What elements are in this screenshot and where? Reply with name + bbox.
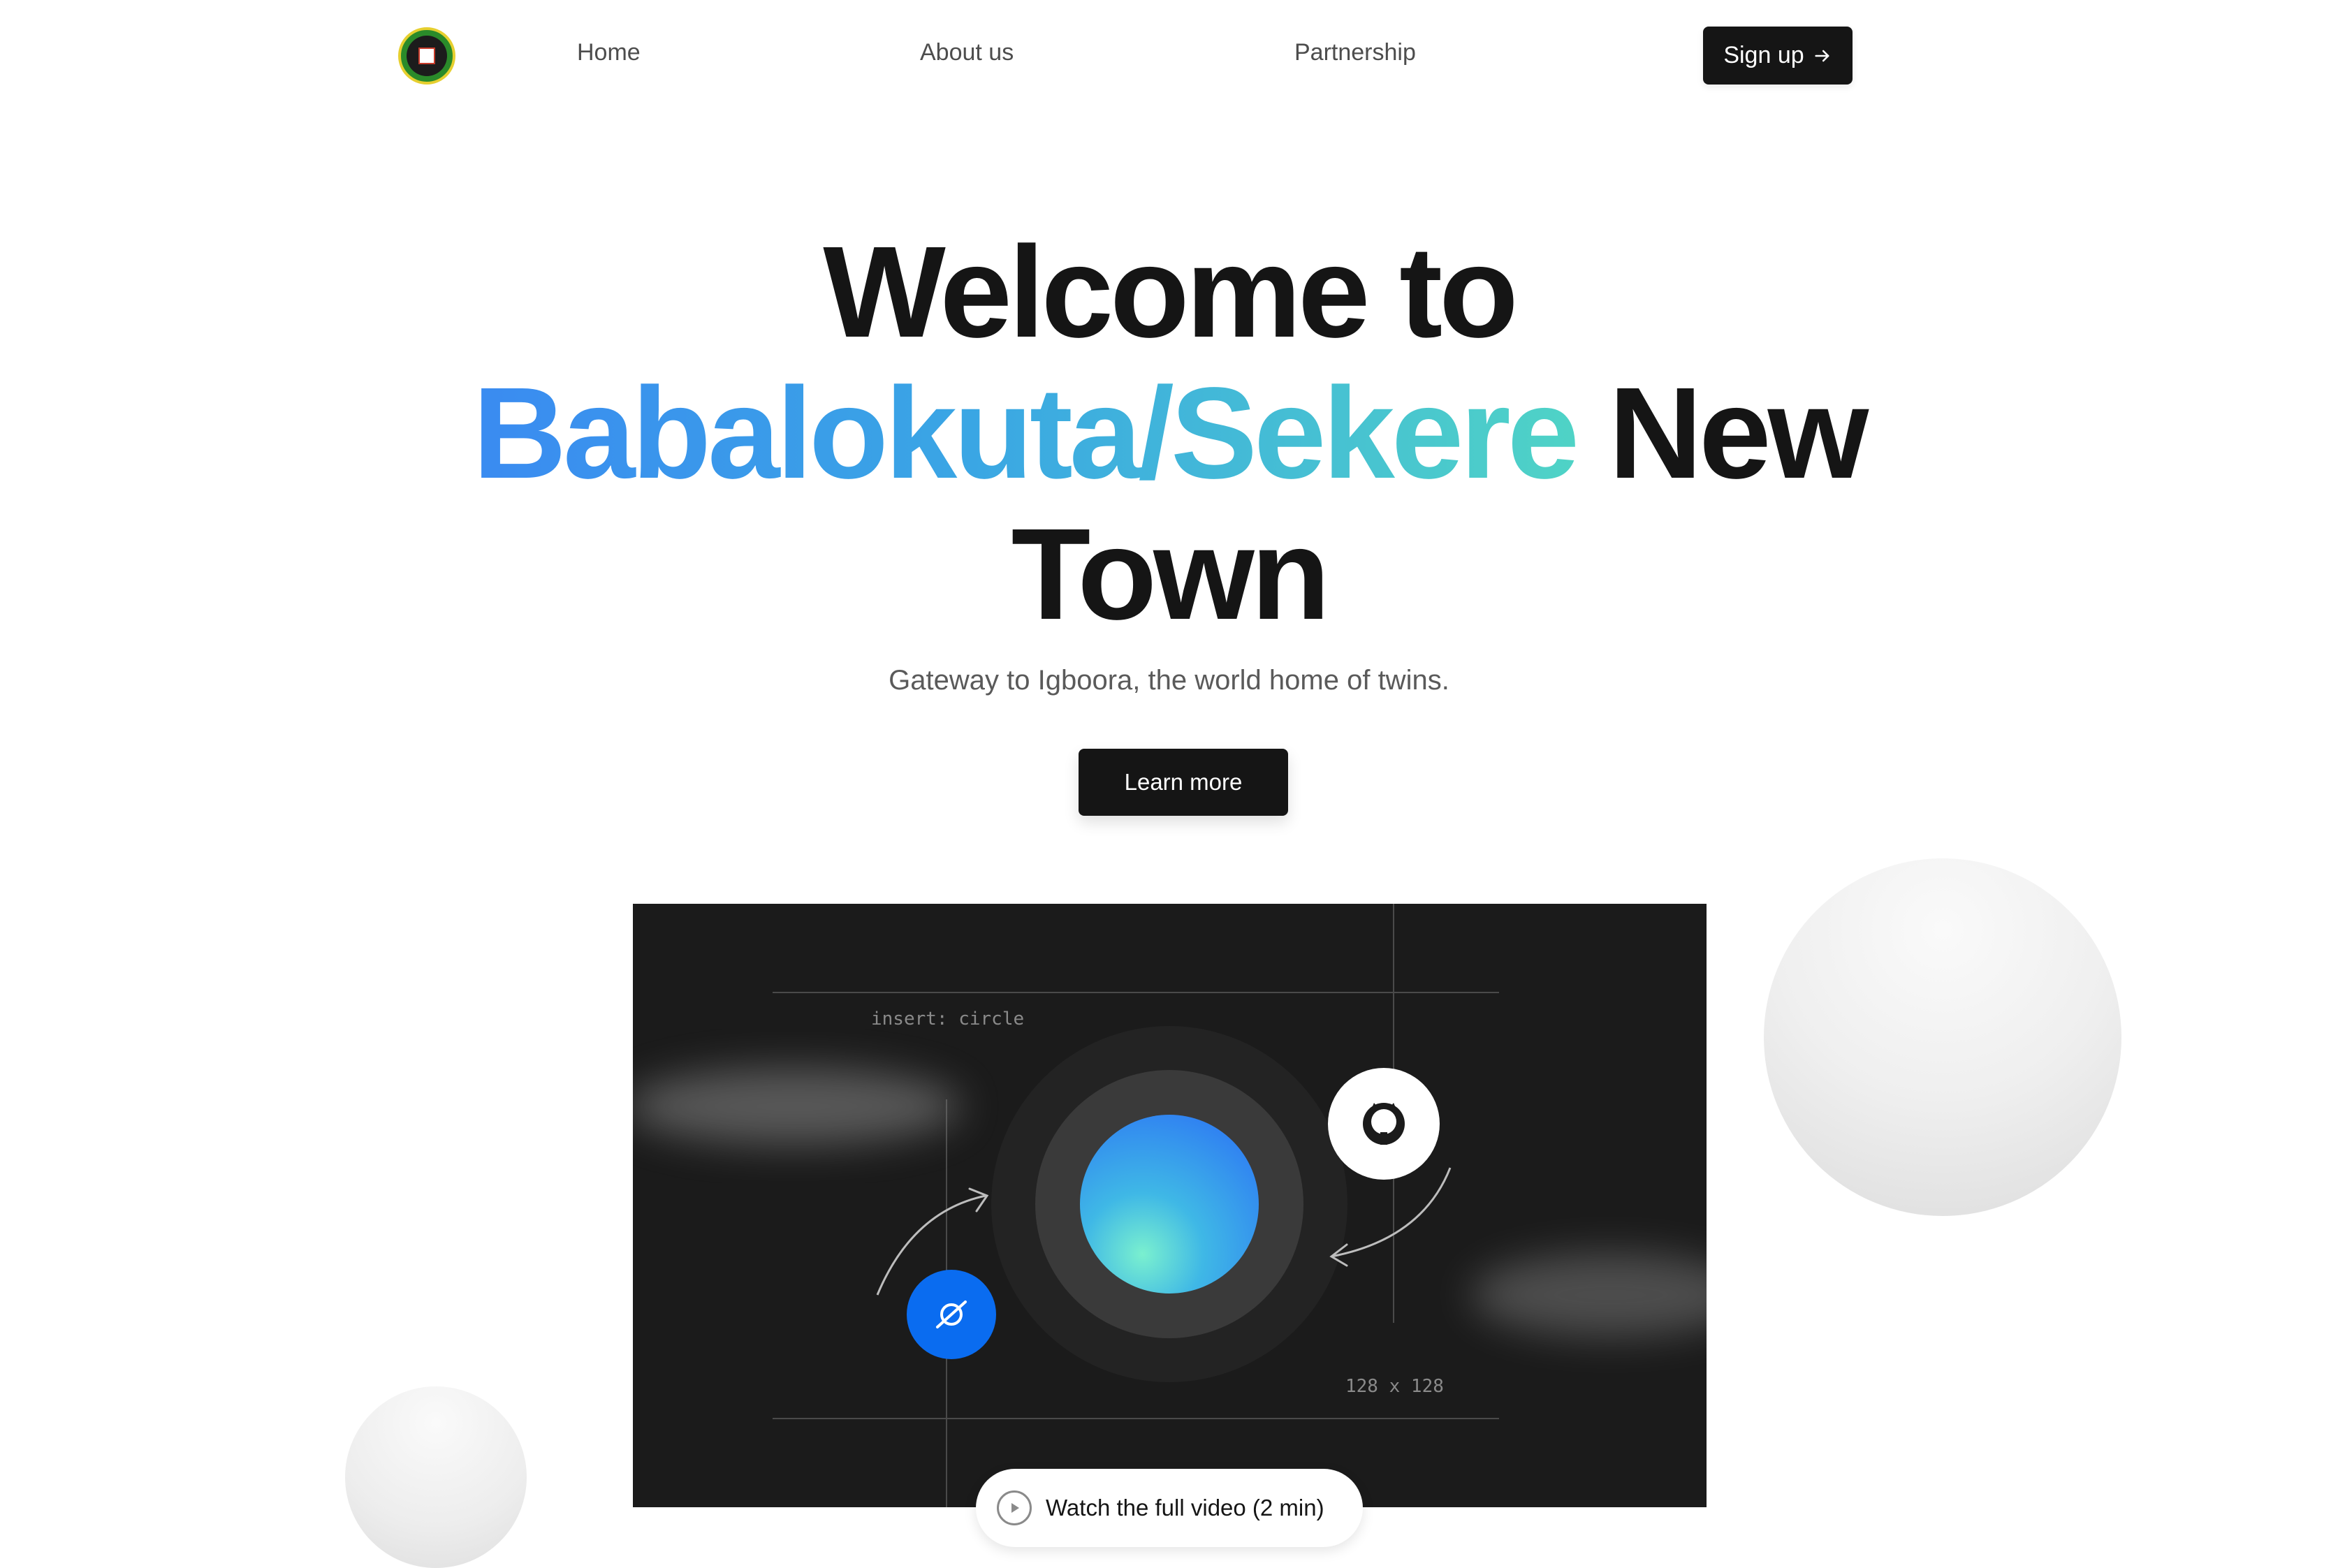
annotation-size: 128 x 128 <box>1345 1376 1444 1397</box>
watch-video-button[interactable]: Watch the full video (2 min) <box>976 1469 1363 1547</box>
logo-emblem <box>407 36 447 76</box>
hero-subtitle: Gateway to Igboora, the world home of tw… <box>889 665 1449 696</box>
hero-title-line-2-rest: New <box>1608 361 1869 506</box>
learn-more-button[interactable]: Learn more <box>1079 749 1288 816</box>
watch-video-label: Watch the full video (2 min) <box>1046 1495 1324 1521</box>
site-header: Home About us Partnership Sign up <box>0 0 2338 112</box>
decorative-sphere-left <box>345 1386 527 1568</box>
hero-title-line-1: Welcome to <box>823 220 1518 365</box>
nav-about-link[interactable]: About us <box>920 39 1014 66</box>
annotation-insert-circle: insert: circle <box>871 1009 1025 1030</box>
logo-square <box>418 47 435 64</box>
play-icon <box>997 1490 1032 1525</box>
sign-up-label: Sign up <box>1723 42 1804 68</box>
hero-title-highlight: Babalokuta/Sekere <box>472 361 1579 506</box>
hero-title: Welcome to Babalokuta/Sekere New Town <box>0 222 2338 645</box>
video-preview-art <box>633 904 1707 1507</box>
decorative-sphere-right <box>1764 858 2121 1216</box>
video-player[interactable]: insert: circle 128 x 128 <box>633 904 1707 1507</box>
nav-home-link[interactable]: Home <box>577 39 641 66</box>
town-logo[interactable] <box>398 27 455 85</box>
hero-title-line-2: Babalokuta/Sekere New <box>0 363 2338 504</box>
nav-partnership-link[interactable]: Partnership <box>1294 39 1416 66</box>
github-icon <box>1363 1103 1405 1145</box>
hero-title-line-3: Town <box>1011 502 1331 647</box>
arrow-right-icon <box>1815 50 1829 61</box>
sign-up-button[interactable]: Sign up <box>1703 27 1853 85</box>
